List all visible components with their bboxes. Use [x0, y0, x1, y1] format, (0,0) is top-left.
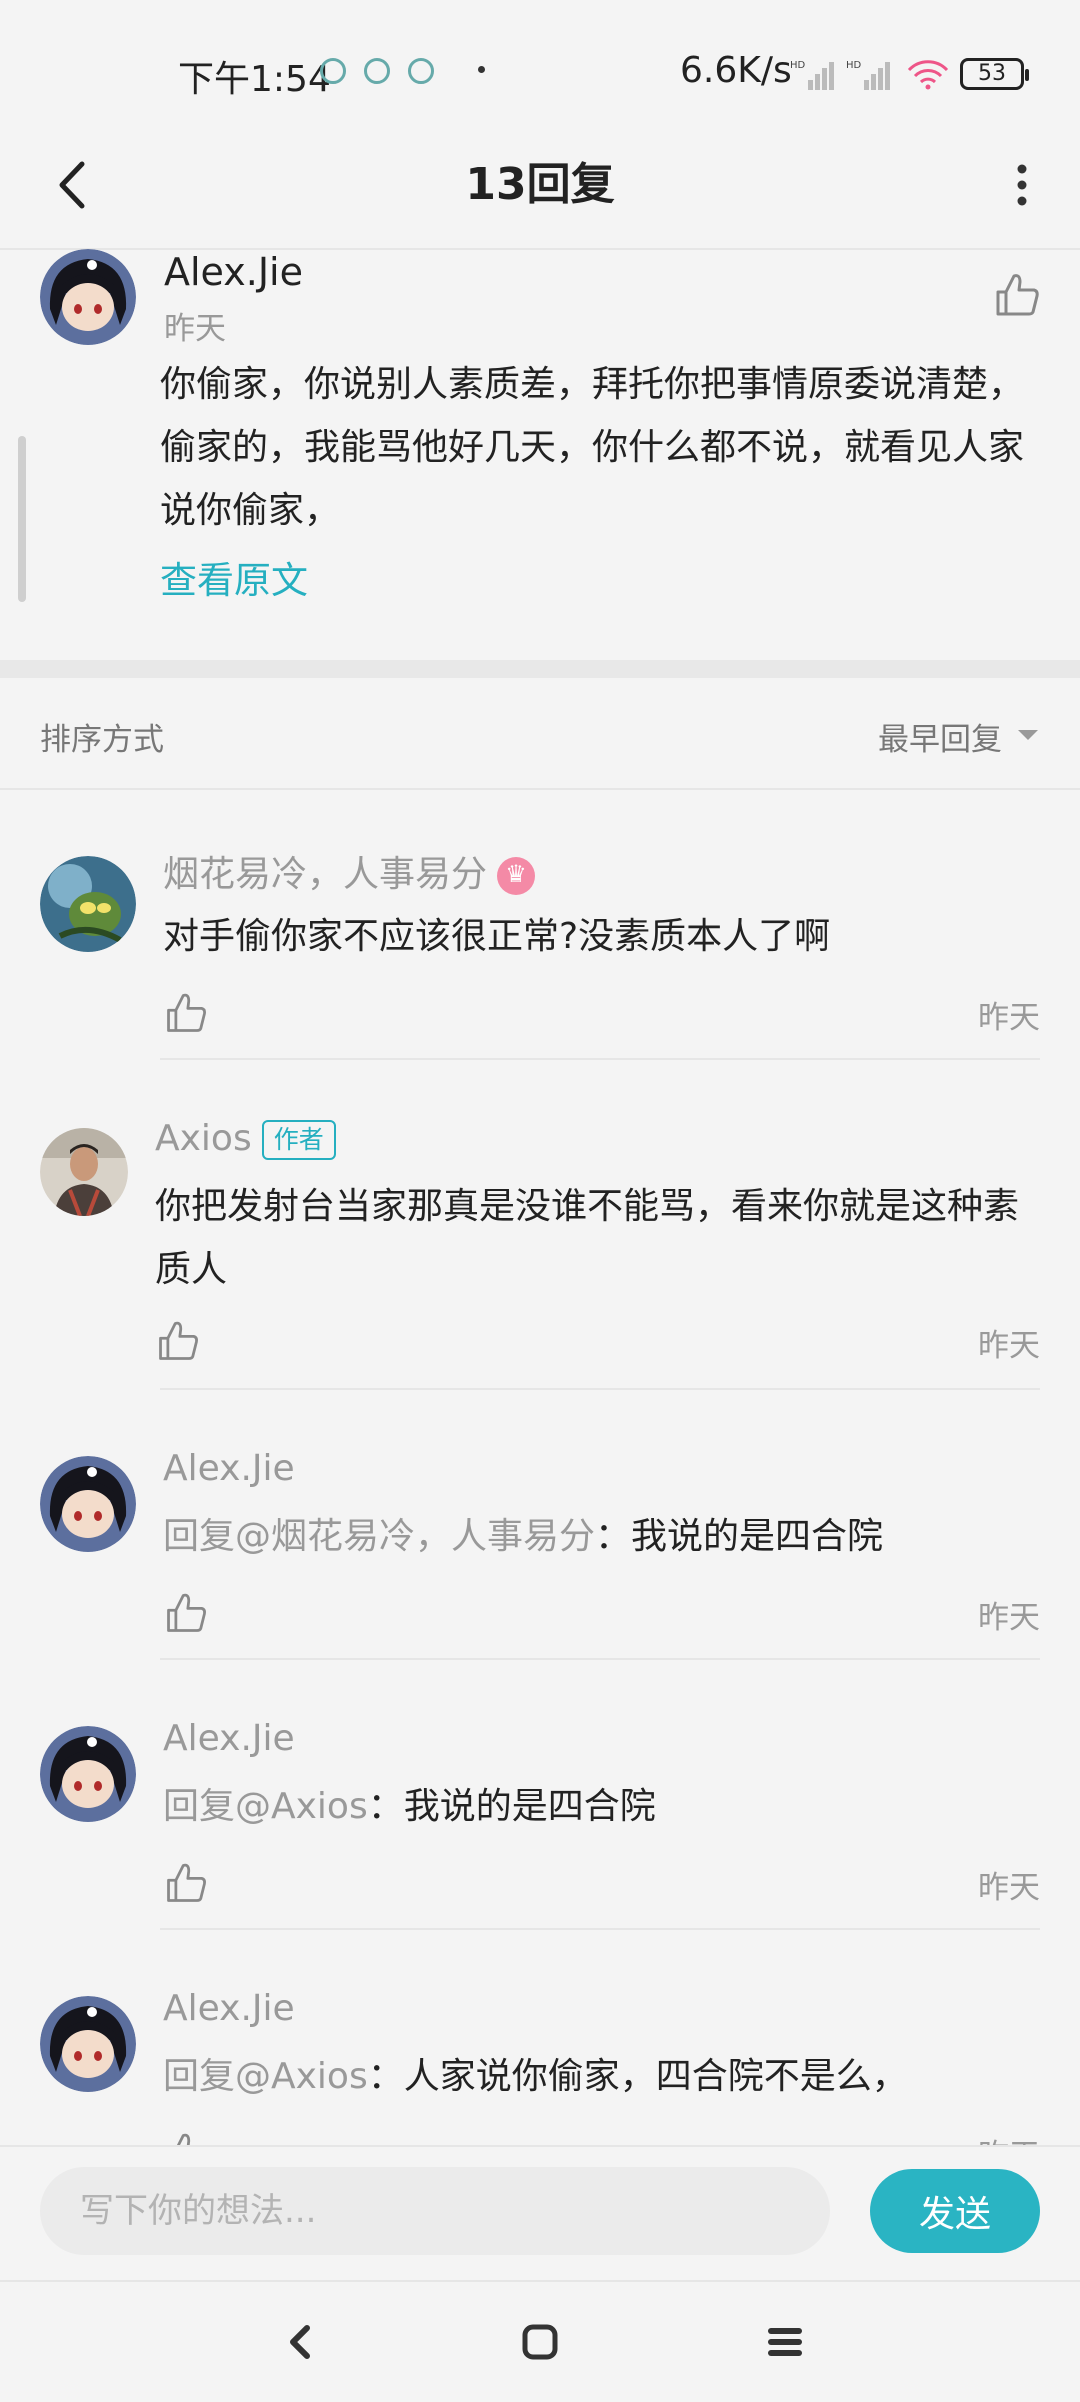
app-notify-icon	[320, 58, 346, 84]
reply-item: Alex.Jie 回复@Axios：我说的是四合院 昨天	[0, 1660, 1080, 1930]
reply-author[interactable]: Axios 作者	[155, 1118, 336, 1160]
reply-time: 昨天	[978, 1000, 1040, 1036]
nav-back-icon	[290, 2325, 310, 2359]
comment-text: 你偷家，你说别人素质差，拜托你把事情原委说清楚，偷家的，我能骂他好几天，你什么都…	[160, 364, 1025, 531]
system-nav-bar	[0, 2280, 1080, 2402]
nav-home-icon	[522, 2324, 558, 2360]
reply-author[interactable]: Alex.Jie	[163, 1718, 295, 1759]
reply-body: ：人家说你偷家，四合院不是么，	[367, 2056, 908, 2097]
reply-time: 昨天	[978, 1600, 1040, 1636]
status-time: 下午1:54	[178, 59, 331, 100]
comment-composer: 发送	[0, 2145, 1080, 2282]
battery-icon: 53	[960, 58, 1029, 90]
reply-text: 对手偷你家不应该很正常?没素质本人了啊	[163, 916, 831, 957]
notification-icons	[320, 58, 434, 84]
reply-text: 回复@Axios：我说的是四合院	[163, 1775, 1043, 1838]
reply-item: Axios 作者 你把发射台当家那真是没谁不能骂，看来你就是这种素质人 昨天	[0, 1060, 1080, 1390]
nav-recents-button[interactable]	[750, 2307, 820, 2377]
page-title: 13回复	[465, 159, 615, 210]
reply-text: 你把发射台当家那真是没谁不能骂，看来你就是这种素质人	[155, 1186, 1020, 1290]
reply-time: 昨天	[978, 1328, 1040, 1364]
nav-menu-icon	[768, 2328, 802, 2356]
signal-hd-icon: HD	[846, 60, 890, 90]
like-button[interactable]	[163, 990, 209, 1036]
more-options-button[interactable]	[992, 150, 1052, 220]
like-button[interactable]	[163, 1590, 209, 1636]
avatar-image	[40, 856, 136, 952]
mention-link[interactable]: 回复@Axios	[163, 2056, 368, 2097]
avatar-image	[40, 1996, 136, 2092]
avatar-image	[40, 1128, 128, 1216]
reply-author-name[interactable]: Axios	[155, 1118, 252, 1159]
svg-text:HD: HD	[846, 60, 862, 71]
wifi-icon	[907, 60, 949, 90]
like-button[interactable]	[163, 2130, 209, 2145]
nav-home-button[interactable]	[505, 2307, 575, 2377]
thumbs-up-icon	[159, 1321, 198, 1360]
reply-item: Alex.Jie 回复@烟花易冷，人事易分：我说的是四合院 昨天	[0, 1390, 1080, 1660]
reply-item: 烟花易冷，人事易分 对手偷你家不应该很正常?没素质本人了啊 昨天	[0, 790, 1080, 1060]
svg-text:HD: HD	[790, 60, 806, 71]
sort-bar: 排序方式 最早回复	[0, 680, 1080, 790]
reply-time: 昨天	[978, 1870, 1040, 1906]
view-original-link[interactable]: 查看原文	[160, 550, 308, 604]
avatar[interactable]	[40, 1996, 136, 2092]
main-comment: Alex.Jie 昨天 你偷家，你说别人素质差，拜托你把事情原委说清楚，偷家的，…	[0, 245, 1080, 655]
reply-body: ：我说的是四合院	[367, 1786, 656, 1827]
crown-badge-icon	[497, 857, 536, 895]
comment-input[interactable]	[40, 2167, 830, 2255]
avatar[interactable]	[40, 1726, 136, 1822]
more-notifications-dot	[478, 66, 485, 73]
send-button[interactable]: 发送	[870, 2169, 1040, 2253]
comment-author[interactable]: Alex.Jie	[164, 250, 303, 294]
avatar-image	[40, 249, 136, 345]
signal-hd-icon: HD	[790, 60, 834, 90]
reply-time: 昨天	[978, 2130, 1040, 2145]
like-button[interactable]	[992, 270, 1042, 320]
author-badge: 作者	[261, 1120, 336, 1160]
sort-label: 排序方式	[40, 722, 164, 758]
thumbs-up-icon	[167, 993, 206, 1032]
caret-down-icon[interactable]	[1018, 730, 1038, 740]
nav-back-button[interactable]	[265, 2307, 335, 2377]
thumbs-up-icon	[167, 1593, 206, 1632]
avatar[interactable]	[40, 856, 136, 952]
section-divider	[0, 660, 1080, 678]
avatar-image	[40, 1456, 136, 1552]
thumbs-up-icon	[176, 2133, 191, 2145]
sort-dropdown[interactable]: 最早回复	[878, 714, 1002, 759]
top-app-bar: 13回复	[0, 120, 1080, 250]
network-speed: 6.6K/s	[680, 50, 792, 91]
reply-text: 回复@烟花易冷，人事易分：我说的是四合院	[163, 1505, 1043, 1568]
reply-item: Alex.Jie 回复@Axios：人家说你偷家，四合院不是么， 昨天	[0, 1930, 1080, 2145]
reply-text: 回复@Axios：人家说你偷家，四合院不是么，	[163, 2045, 1043, 2108]
scrollbar[interactable]	[18, 436, 26, 602]
reply-author[interactable]: 烟花易冷，人事易分	[163, 845, 536, 897]
thumbs-up-icon	[996, 274, 1039, 316]
thumbs-up-icon	[167, 1863, 206, 1902]
reply-author[interactable]: Alex.Jie	[163, 1988, 295, 2029]
avatar[interactable]	[40, 1456, 136, 1552]
app-notify-icon	[408, 58, 434, 84]
reply-author[interactable]: Alex.Jie	[163, 1448, 295, 1489]
avatar[interactable]	[40, 249, 136, 345]
reply-author-name[interactable]: 烟花易冷，人事易分	[163, 854, 487, 895]
app-notify-icon	[364, 58, 390, 84]
like-button[interactable]	[155, 1318, 201, 1364]
like-button[interactable]	[163, 1860, 209, 1906]
mention-link[interactable]: 回复@Axios	[163, 1786, 368, 1827]
avatar[interactable]	[40, 1128, 128, 1216]
avatar-image	[40, 1726, 136, 1822]
reply-body: ：我说的是四合院	[595, 1516, 884, 1557]
mention-link[interactable]: 回复@烟花易冷，人事易分	[163, 1516, 595, 1557]
more-vertical-icon	[1017, 164, 1027, 206]
comment-time: 昨天	[164, 311, 226, 347]
